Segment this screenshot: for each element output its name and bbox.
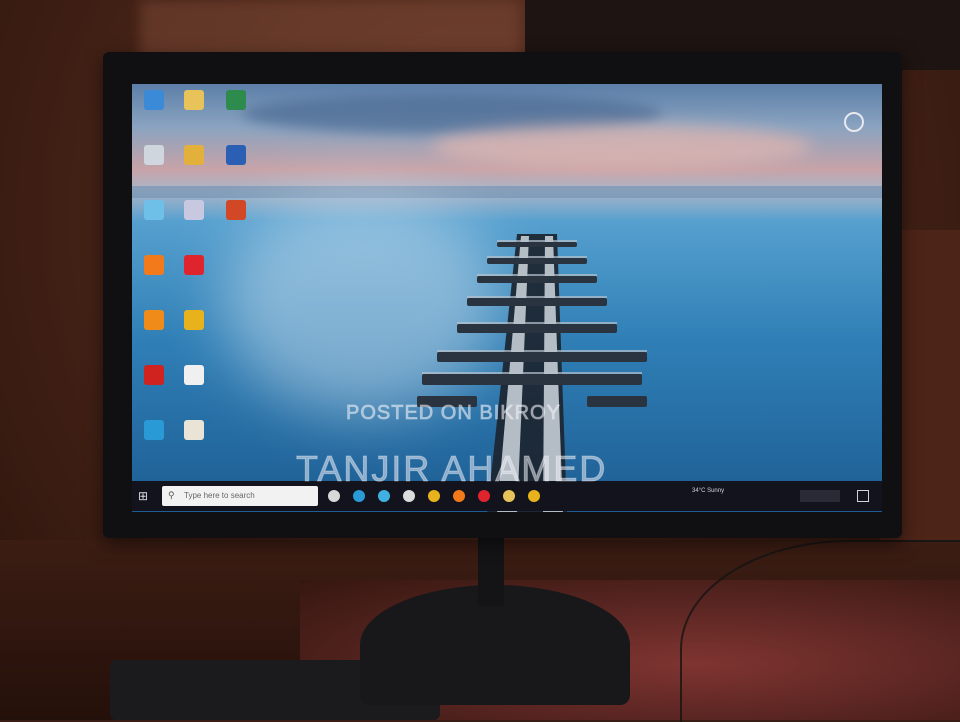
excel-icon	[226, 90, 246, 110]
desktop-icon[interactable]	[174, 365, 214, 387]
powerpoint-icon	[226, 200, 246, 220]
store-taskbar-icon[interactable]	[403, 490, 415, 502]
edge-icon	[144, 420, 164, 440]
desktop-icon[interactable]	[134, 145, 174, 167]
recycle-bin-icon	[144, 145, 164, 165]
desktop-icon[interactable]	[216, 145, 256, 167]
chrome-taskbar-icon[interactable]	[428, 490, 440, 502]
edge-taskbar-icon-2[interactable]	[378, 490, 390, 502]
task-view-icon[interactable]	[328, 490, 340, 502]
search-box[interactable]: ⚲ Type here to search	[162, 486, 318, 506]
horizon	[132, 186, 882, 198]
file-icon	[184, 420, 204, 440]
computer-icon	[144, 90, 164, 110]
app-icon	[144, 200, 164, 220]
folder-icon	[184, 90, 204, 110]
desktop-icon[interactable]	[216, 90, 256, 112]
desktop-icon[interactable]	[174, 420, 214, 442]
watermark-line-2: TANJIR AHAMED	[295, 448, 608, 490]
search-icon: ⚲	[168, 490, 175, 500]
desktop-icon[interactable]	[174, 310, 214, 332]
opera-taskbar-icon[interactable]	[478, 490, 490, 502]
desktop-icon[interactable]	[134, 255, 174, 277]
watermark-line-1: POSTED ON BIKROY	[346, 402, 561, 425]
text-file-icon	[184, 365, 204, 385]
desktop-icon[interactable]	[134, 310, 174, 332]
monitor-neck	[478, 536, 504, 606]
desktop-icon[interactable]	[174, 90, 214, 112]
app-icon-2	[184, 200, 204, 220]
notifications-icon[interactable]	[857, 490, 869, 502]
desktop-icon[interactable]	[134, 365, 174, 387]
steam-icon[interactable]	[844, 112, 864, 132]
desktop-icon[interactable]	[134, 90, 174, 112]
desktop-icon[interactable]	[174, 200, 214, 222]
edge-taskbar-icon[interactable]	[353, 490, 365, 502]
explorer-taskbar-icon[interactable]	[503, 490, 515, 502]
firefox-icon	[144, 255, 164, 275]
desktop-icon[interactable]	[174, 145, 214, 167]
chrome-taskbar-icon-2[interactable]	[528, 490, 540, 502]
opera-icon	[184, 255, 204, 275]
desktop-icon[interactable]	[134, 420, 174, 442]
desktop-icon[interactable]	[174, 255, 214, 277]
weather-widget[interactable]: 34°C Sunny	[692, 488, 724, 494]
word-icon	[226, 145, 246, 165]
desktop-icon[interactable]	[216, 200, 256, 222]
desktop-icon[interactable]	[134, 200, 174, 222]
cloud	[432, 124, 812, 169]
vlc-icon	[144, 310, 164, 330]
search-placeholder: Type here to search	[184, 491, 255, 500]
firefox-taskbar-icon[interactable]	[453, 490, 465, 502]
control-panel-icon	[184, 145, 204, 165]
chrome-icon	[184, 310, 204, 330]
windows-start-icon[interactable]: ⊞	[138, 489, 148, 503]
acrobat-icon	[144, 365, 164, 385]
clock[interactable]	[800, 490, 840, 502]
